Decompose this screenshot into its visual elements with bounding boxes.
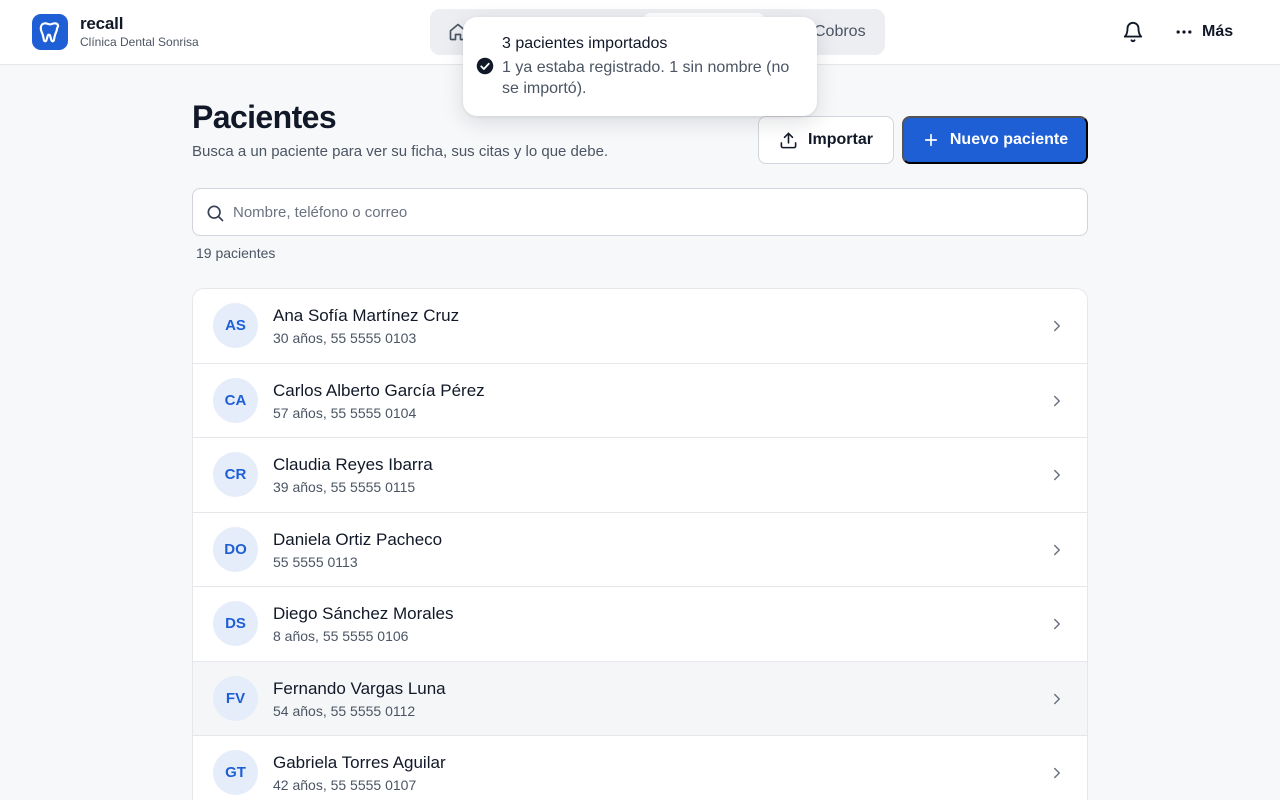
new-patient-button[interactable]: Nuevo paciente xyxy=(902,116,1088,164)
chevron-right-icon xyxy=(1048,764,1066,782)
chevron-right-icon xyxy=(1048,690,1066,708)
chevron-right-icon xyxy=(1048,541,1066,559)
import-label: Importar xyxy=(808,131,873,148)
page-title: Pacientes xyxy=(192,99,337,135)
chevron-right-icon xyxy=(1048,392,1066,410)
avatar: CA xyxy=(213,377,258,423)
patient-name: Gabriela Torres Aguilar xyxy=(273,753,446,772)
list-item[interactable]: GT Gabriela Torres Aguilar 42 años, 55 5… xyxy=(193,736,1087,800)
avatar: GT xyxy=(213,750,258,795)
check-circle-icon xyxy=(476,57,494,75)
search-box xyxy=(192,188,1088,236)
clinic-name: Clínica Dental Sonrisa xyxy=(80,34,199,49)
avatar: CR xyxy=(213,452,258,497)
patient-name: Ana Sofía Martínez Cruz xyxy=(273,306,460,325)
list-item[interactable]: DS Diego Sánchez Morales 8 años, 55 5555… xyxy=(193,587,1087,662)
page-subtitle: Busca a un paciente para ver su ficha, s… xyxy=(192,143,609,160)
patient-meta: 8 años, 55 5555 0106 xyxy=(273,628,409,644)
patient-meta: 39 años, 55 5555 0115 xyxy=(273,479,416,495)
import-toast: 3 pacientes importados 1 ya estaba regis… xyxy=(463,17,817,116)
patient-meta: 42 años, 55 5555 0107 xyxy=(273,777,417,793)
toast-title: 3 pacientes importados xyxy=(502,35,668,52)
new-patient-label: Nuevo paciente xyxy=(949,131,1069,148)
patient-name: Claudia Reyes Ibarra xyxy=(273,455,433,474)
avatar: FV xyxy=(213,675,258,721)
patient-meta: 54 años, 55 5555 0112 xyxy=(273,702,416,719)
plus-icon xyxy=(922,131,940,149)
patient-count: 19 pacientes xyxy=(196,245,276,261)
avatar: DS xyxy=(213,601,258,646)
nav-item-cobros[interactable]: Cobros xyxy=(814,9,866,55)
chevron-right-icon xyxy=(1048,615,1066,633)
list-item[interactable]: DO Daniela Ortiz Pacheco 55 5555 0113 xyxy=(193,512,1087,587)
list-item[interactable]: CA Carlos Alberto García Pérez 57 años, … xyxy=(193,363,1087,438)
chevron-right-icon xyxy=(1048,317,1066,335)
list-item[interactable]: CR Claudia Reyes Ibarra 39 años, 55 5555… xyxy=(193,438,1087,513)
tooth-icon xyxy=(32,14,68,50)
list-item[interactable]: AS Ana Sofía Martínez Cruz 30 años, 55 5… xyxy=(193,289,1087,364)
search-icon xyxy=(205,203,225,223)
brand[interactable]: recall Clínica Dental Sonrisa xyxy=(32,14,199,50)
avatar: DO xyxy=(213,526,258,572)
list-item[interactable]: FV Fernando Vargas Luna 54 años, 55 5555… xyxy=(193,661,1087,736)
patient-name: Diego Sánchez Morales xyxy=(273,604,454,623)
import-button[interactable]: Importar xyxy=(758,116,894,164)
patient-meta: 30 años, 55 5555 0103 xyxy=(273,330,417,346)
patient-name: Daniela Ortiz Pacheco xyxy=(273,529,443,549)
upload-icon xyxy=(779,131,798,150)
patient-name: Fernando Vargas Luna xyxy=(273,678,446,698)
bell-icon[interactable] xyxy=(1122,21,1144,43)
app-name: recall xyxy=(80,13,124,33)
dots-horizontal-icon xyxy=(1174,20,1194,44)
patient-name: Carlos Alberto García Pérez xyxy=(273,380,485,400)
toast-description: 1 ya estaba registrado. 1 sin nombre (no… xyxy=(502,59,790,97)
chevron-right-icon xyxy=(1048,466,1066,484)
more-menu-button[interactable]: Más xyxy=(1174,20,1233,44)
patient-list: AS Ana Sofía Martínez Cruz 30 años, 55 5… xyxy=(192,288,1088,800)
avatar: AS xyxy=(213,303,258,348)
patient-meta: 55 5555 0113 xyxy=(273,553,358,570)
more-label: Más xyxy=(1202,23,1234,40)
patient-meta: 57 años, 55 5555 0104 xyxy=(273,404,417,421)
search-input[interactable] xyxy=(233,189,1073,235)
